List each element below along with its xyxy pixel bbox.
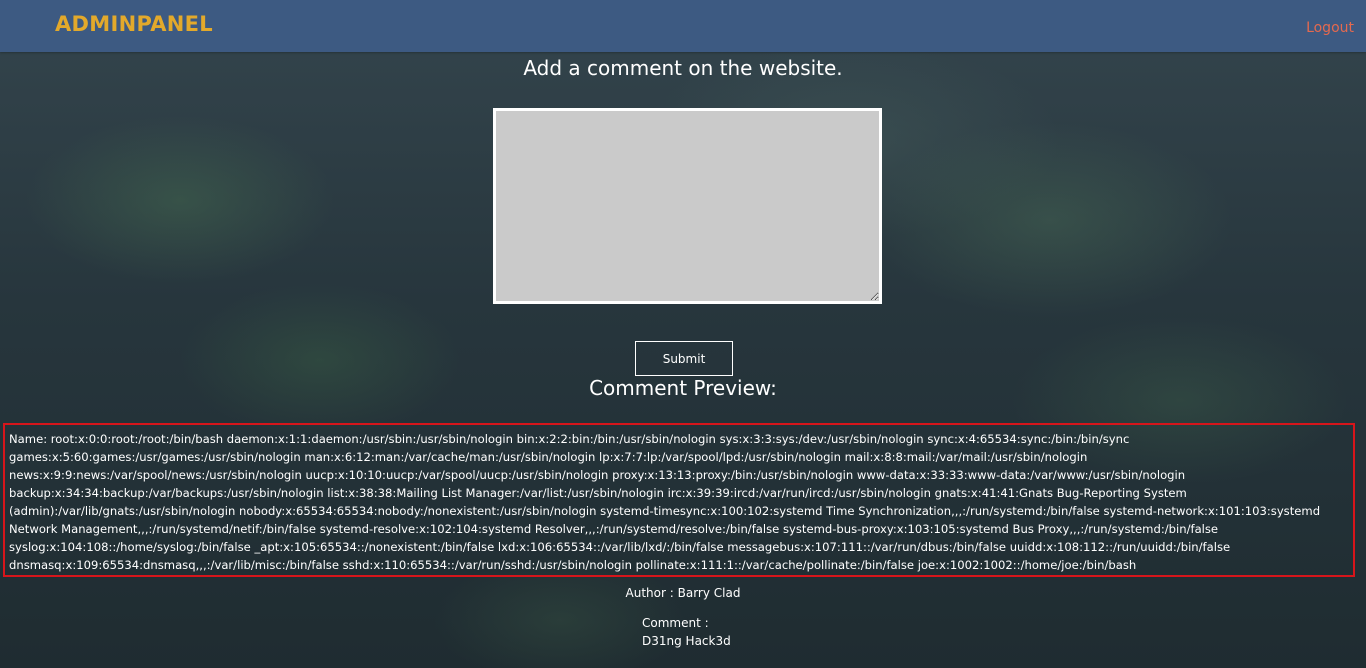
comment-textarea[interactable] bbox=[493, 108, 882, 304]
author-line: Author : Barry Clad bbox=[625, 586, 741, 600]
comment-preview-box: Name: root:x:0:0:root:/root:/bin/bash da… bbox=[3, 423, 1355, 577]
comment-label: Comment : bbox=[642, 616, 709, 630]
preview-heading: Comment Preview: bbox=[589, 376, 777, 400]
comment-text: D31ng Hack3d bbox=[642, 634, 731, 648]
preview-name-text: Name: root:x:0:0:root:/root:/bin/bash da… bbox=[9, 432, 1321, 572]
logout-link[interactable]: Logout bbox=[1306, 20, 1354, 36]
brand-logo[interactable]: ADMINPANEL bbox=[55, 12, 213, 36]
submit-button[interactable]: Submit bbox=[635, 341, 733, 376]
navbar: ADMINPANEL Logout bbox=[0, 0, 1366, 52]
page-title: Add a comment on the website. bbox=[523, 56, 843, 80]
